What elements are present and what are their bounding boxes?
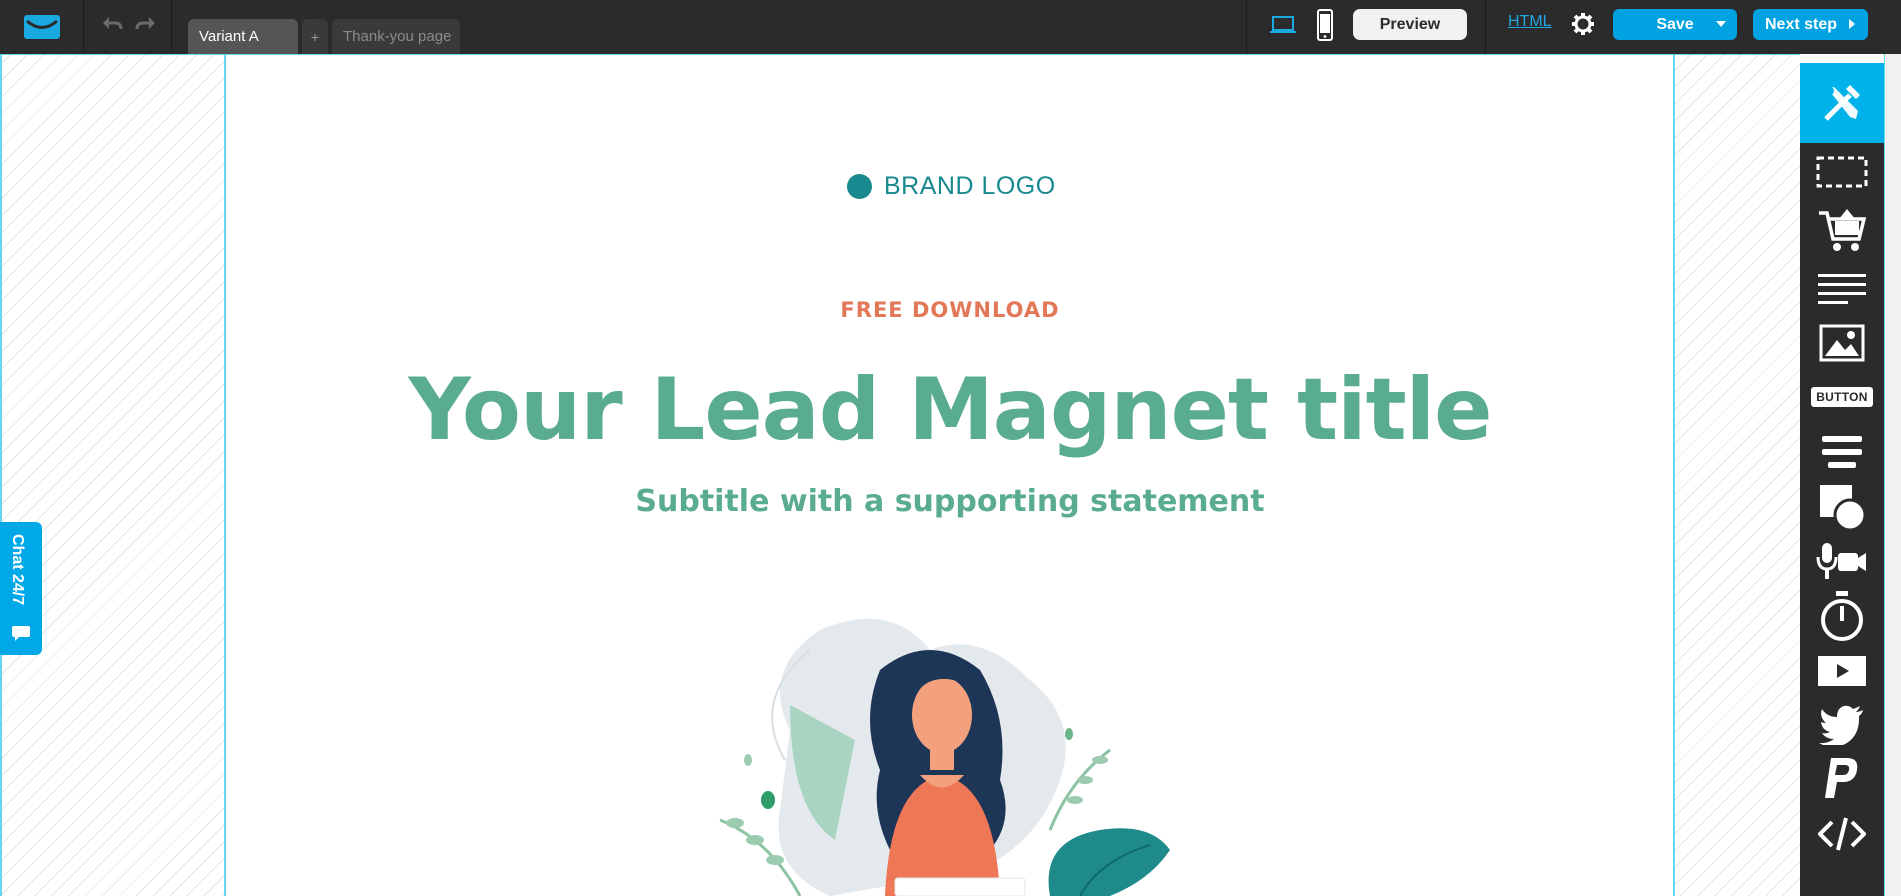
button-icon: BUTTON <box>1811 387 1873 407</box>
shapes-tool[interactable] <box>1800 481 1884 533</box>
button-tool[interactable]: BUTTON <box>1800 371 1884 423</box>
chevron-down-icon[interactable] <box>1716 21 1726 27</box>
twitter-tool[interactable] <box>1800 699 1884 751</box>
tab-thank-you-page[interactable]: Thank-you page <box>332 19 460 54</box>
design-tools-button[interactable] <box>1800 63 1884 143</box>
page-title[interactable]: Your Lead Magnet title <box>0 360 1900 460</box>
text-icon <box>1818 274 1866 304</box>
shapes-icon <box>1820 485 1867 532</box>
top-bar: Variant A + Thank-you page Preview HTML … <box>0 0 1901 54</box>
code-icon <box>1818 817 1866 851</box>
image-icon <box>1819 324 1865 362</box>
design-tools-icon <box>1824 85 1860 121</box>
eyebrow-text[interactable]: FREE DOWNLOAD <box>0 298 1900 322</box>
app-logo-button[interactable] <box>0 0 84 54</box>
settings-gear-icon[interactable] <box>1571 12 1595 36</box>
mobile-view-icon[interactable] <box>1316 9 1334 41</box>
desktop-view-icon[interactable] <box>1270 14 1296 36</box>
paypal-tool[interactable] <box>1800 753 1884 805</box>
tab-variant-a[interactable]: Variant A <box>188 19 298 54</box>
form-tool[interactable] <box>1800 426 1884 478</box>
woman-with-laptop-illustration[interactable] <box>680 610 1200 896</box>
section-icon <box>1816 156 1868 188</box>
image-tool[interactable] <box>1800 317 1884 369</box>
tab-label: Thank-you page <box>343 28 452 45</box>
code-tool[interactable] <box>1800 808 1884 860</box>
webinar-tool[interactable] <box>1800 535 1884 587</box>
preview-button[interactable]: Preview <box>1353 9 1467 40</box>
eyebrow-label: FREE DOWNLOAD <box>840 298 1060 322</box>
page-subtitle[interactable]: Subtitle with a supporting statement <box>0 484 1900 519</box>
cart-icon <box>1819 209 1867 251</box>
title-label: Your Lead Magnet title <box>408 360 1493 460</box>
chat-label: Chat 24/7 <box>9 534 26 606</box>
form-icon <box>1822 436 1862 468</box>
text-tool[interactable] <box>1800 262 1884 314</box>
play-arrow-icon <box>1849 19 1855 29</box>
section-tool[interactable] <box>1800 146 1884 198</box>
undo-icon[interactable] <box>100 13 124 33</box>
save-button[interactable]: Save <box>1613 9 1737 40</box>
brand-logo[interactable]: BRAND LOGO <box>847 172 1056 201</box>
envelope-logo-icon <box>23 15 60 39</box>
timer-icon <box>1821 591 1863 641</box>
timer-tool[interactable] <box>1800 590 1884 642</box>
html-link[interactable]: HTML <box>1508 13 1552 31</box>
right-edge-strip <box>1884 54 1901 896</box>
plus-icon: + <box>310 28 320 45</box>
cart-tool[interactable] <box>1800 204 1884 256</box>
subtitle-label: Subtitle with a supporting statement <box>635 484 1265 519</box>
video-tool[interactable] <box>1800 645 1884 697</box>
webinar-icon <box>1816 543 1866 579</box>
redo-icon[interactable] <box>134 13 158 33</box>
video-icon <box>1818 656 1866 686</box>
twitter-icon <box>1819 705 1863 745</box>
next-step-button[interactable]: Next step <box>1753 9 1868 40</box>
paypal-icon <box>1825 758 1858 798</box>
tab-label: Variant A <box>199 28 259 45</box>
element-toolbar: BUTTON <box>1800 63 1884 896</box>
divider <box>1485 0 1486 54</box>
history-controls <box>84 0 172 54</box>
add-variant-button[interactable]: + <box>302 19 328 54</box>
brand-logo-text: BRAND LOGO <box>884 172 1056 200</box>
brand-logo-dot-icon <box>847 174 872 199</box>
next-step-label: Next step <box>1765 15 1838 33</box>
chat-247-tab[interactable]: Chat 24/7 <box>0 522 42 655</box>
divider <box>1246 0 1247 54</box>
chat-bubble-icon <box>12 626 30 641</box>
